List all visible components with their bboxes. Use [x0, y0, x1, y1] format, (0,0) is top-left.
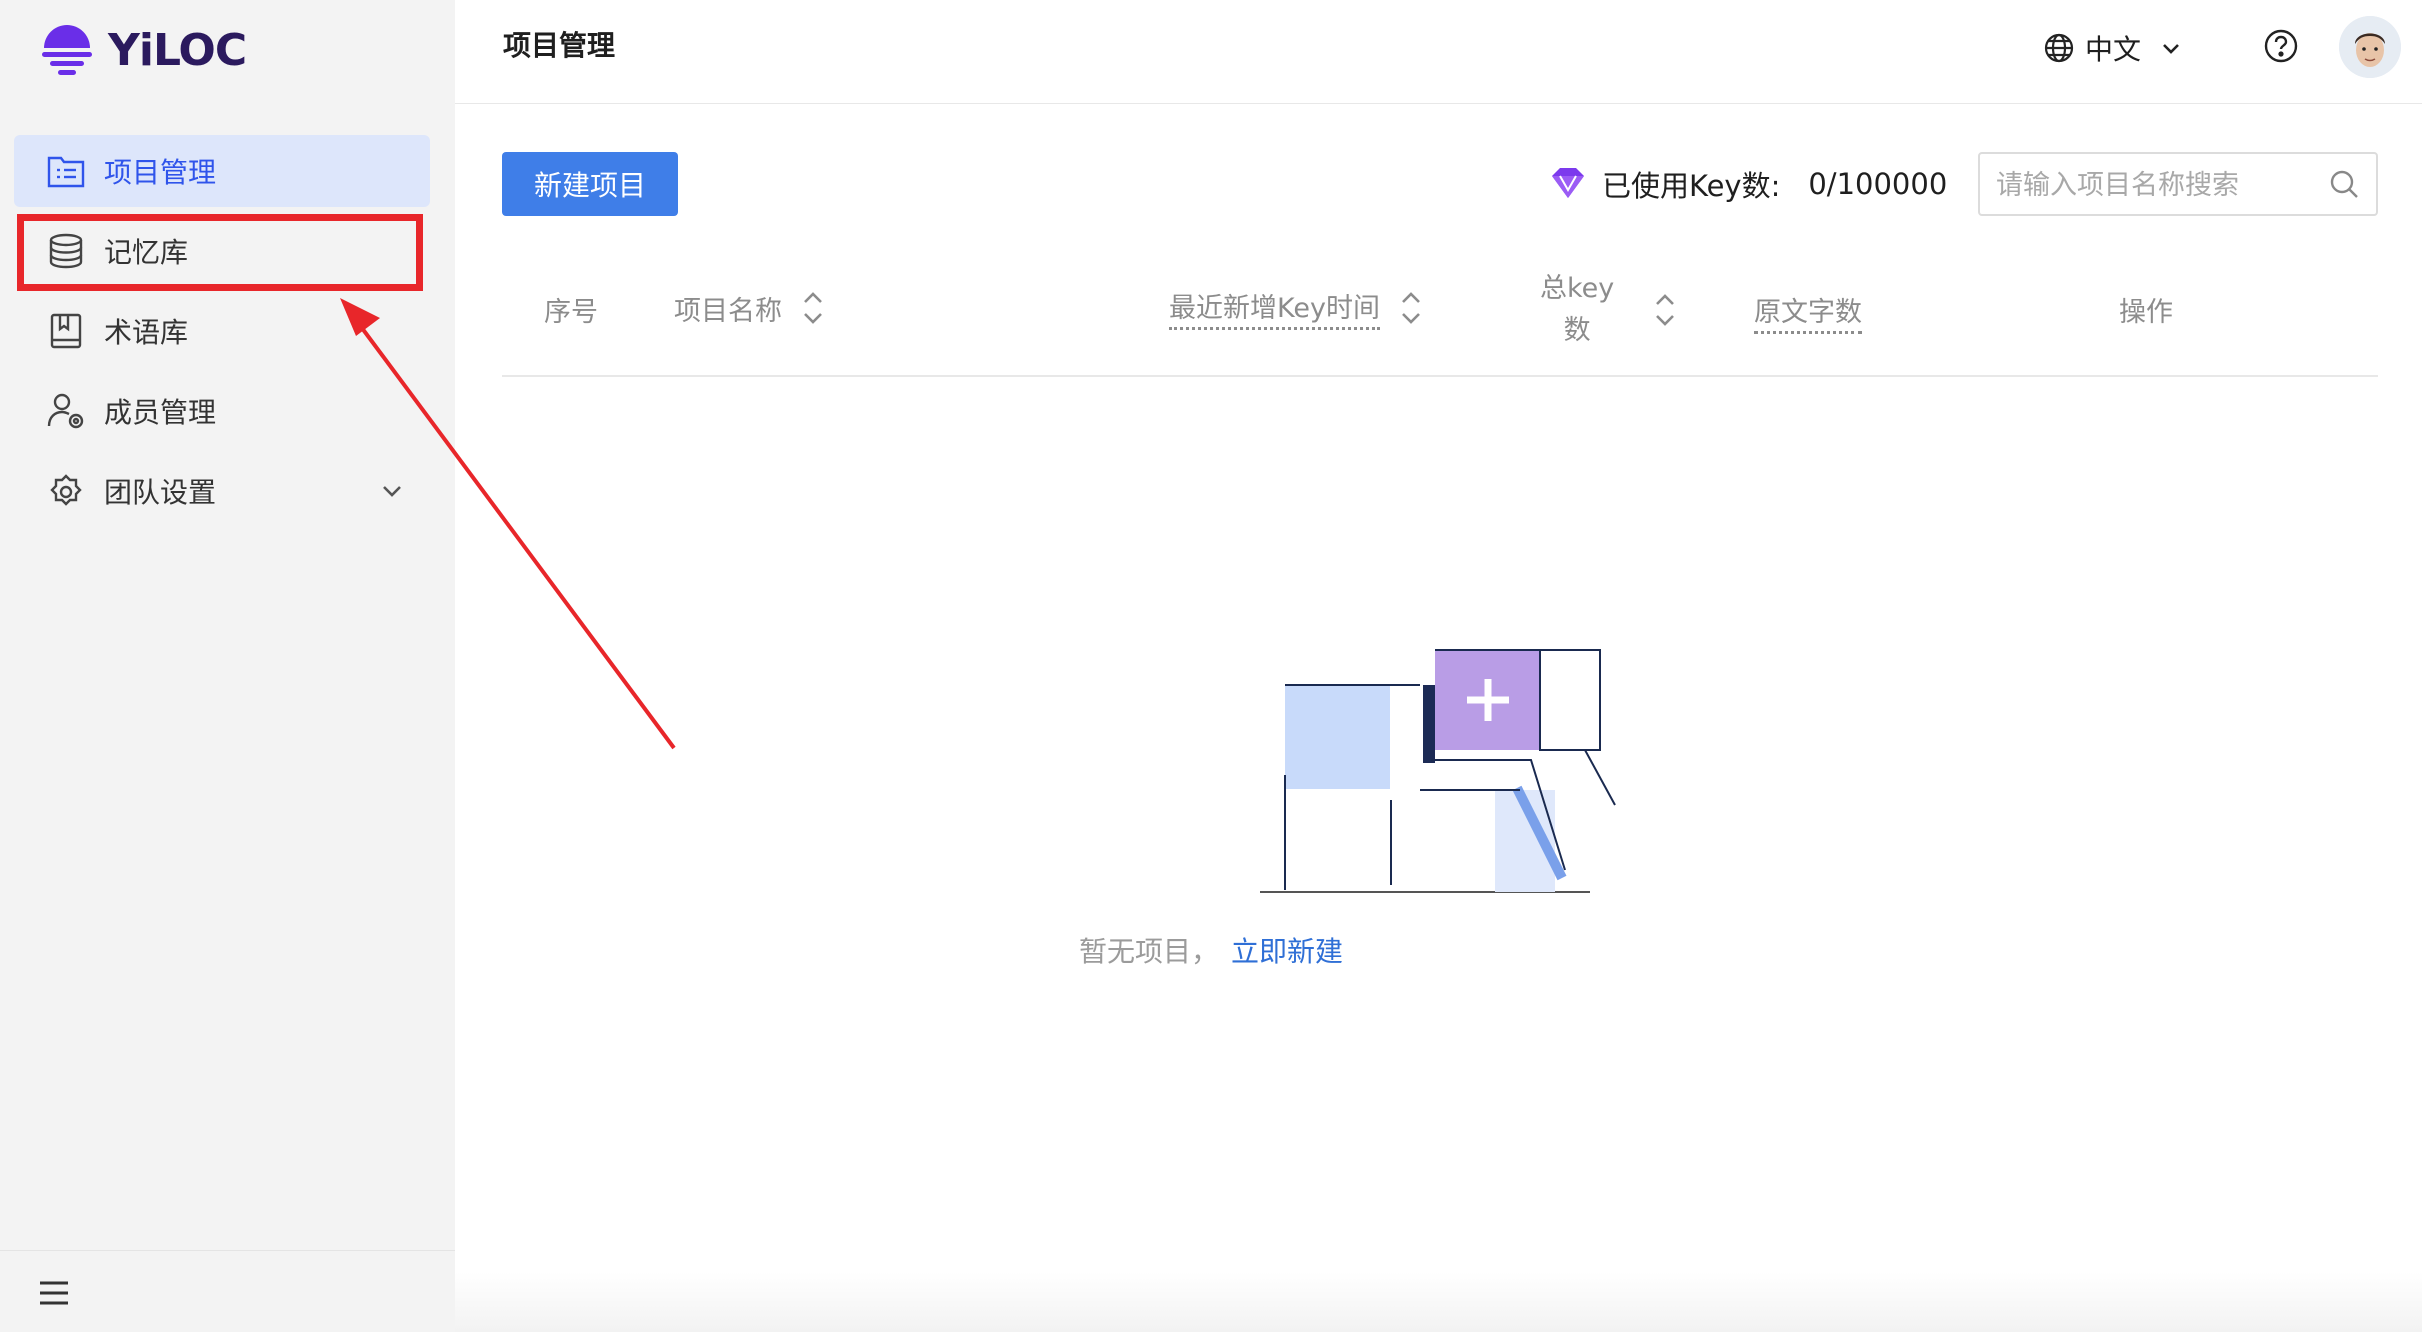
top-header: 项目管理 中文	[455, 0, 2422, 104]
key-usage: 已使用Key数: 0/100000	[1548, 160, 1947, 208]
create-now-link[interactable]: 立即新建	[1231, 935, 1343, 968]
sidebar-item-team-settings[interactable]: 团队设置	[14, 455, 430, 527]
column-label: 项目名称	[674, 295, 782, 327]
sort-icon[interactable]	[1652, 288, 1678, 332]
sidebar-item-label: 团队设置	[104, 476, 217, 509]
key-usage-value: 0/100000	[1808, 167, 1948, 201]
sidebar-footer	[0, 1250, 455, 1332]
book-icon	[46, 311, 86, 351]
column-label: 最近新增Key时间	[1169, 286, 1380, 330]
column-header-source-chars: 原文字数	[1754, 290, 1862, 334]
column-label: 数	[1563, 315, 1591, 346]
column-header-actions: 操作	[2119, 290, 2173, 329]
language-label: 中文	[2085, 33, 2142, 66]
project-search	[1978, 152, 2378, 216]
search-icon[interactable]	[2328, 168, 2360, 200]
table-header: 序号 项目名称 最近新增Key时间 总key 数 原文字数 操作	[502, 250, 2378, 377]
user-settings-icon	[46, 391, 86, 431]
empty-state-text: 暂无项目，	[1078, 935, 1219, 968]
sidebar-item-label: 项目管理	[104, 156, 217, 189]
empty-state-message: 暂无项目， 立即新建	[0, 930, 2422, 970]
sidebar-item-projects[interactable]: 项目管理	[14, 135, 430, 207]
sort-icon[interactable]	[800, 286, 826, 330]
new-project-button[interactable]: 新建项目	[502, 152, 678, 216]
column-label: 序号	[544, 297, 598, 328]
sort-icon[interactable]	[1398, 286, 1424, 330]
column-header-total-key[interactable]: 总key 数	[1540, 268, 1678, 352]
globe-icon	[2044, 33, 2074, 63]
key-usage-label: 已使用Key数:	[1602, 169, 1781, 203]
column-label: 总key	[1540, 273, 1615, 304]
column-header-recent-key-time[interactable]: 最近新增Key时间	[1169, 286, 1424, 330]
gear-icon	[46, 471, 86, 511]
sidebar-item-members[interactable]: 成员管理	[14, 375, 430, 447]
sidebar-item-label: 术语库	[104, 316, 189, 349]
column-label: 原文字数	[1754, 290, 1862, 334]
diamond-icon	[1552, 168, 1584, 198]
sidebar-item-label: 成员管理	[104, 396, 217, 429]
avatar-image-icon	[2339, 16, 2401, 78]
folder-list-icon	[46, 151, 86, 191]
menu-collapse-icon[interactable]	[38, 1279, 70, 1307]
column-header-name[interactable]: 项目名称	[674, 286, 826, 330]
column-header-index: 序号	[544, 290, 598, 329]
page-title: 项目管理	[503, 29, 616, 62]
annotation-highlight-box	[17, 214, 423, 291]
app-logo[interactable]: YiLOC	[40, 18, 247, 82]
chevron-down-icon[interactable]	[378, 477, 406, 505]
column-label-wrap: 总key 数	[1540, 268, 1614, 352]
language-selector[interactable]: 中文	[2043, 28, 2193, 68]
user-avatar[interactable]	[2339, 16, 2401, 78]
bottom-shade	[455, 1272, 2422, 1332]
sidebar-item-glossary[interactable]: 术语库	[14, 295, 430, 367]
column-label: 操作	[2119, 297, 2173, 328]
search-input[interactable]	[1980, 154, 2328, 216]
empty-state-illustration	[1260, 649, 1616, 893]
sidebar-nav: 项目管理 记忆库 术语库 成员管理 团队设置	[14, 135, 430, 535]
help-icon[interactable]	[2263, 28, 2299, 64]
yiloc-logo-icon	[42, 25, 92, 75]
sidebar: YiLOC 项目管理 记忆库 术语库 成员管理 团队设置	[0, 0, 455, 1332]
logo-text: YiLOC	[108, 24, 247, 76]
chevron-down-icon	[2163, 44, 2179, 54]
